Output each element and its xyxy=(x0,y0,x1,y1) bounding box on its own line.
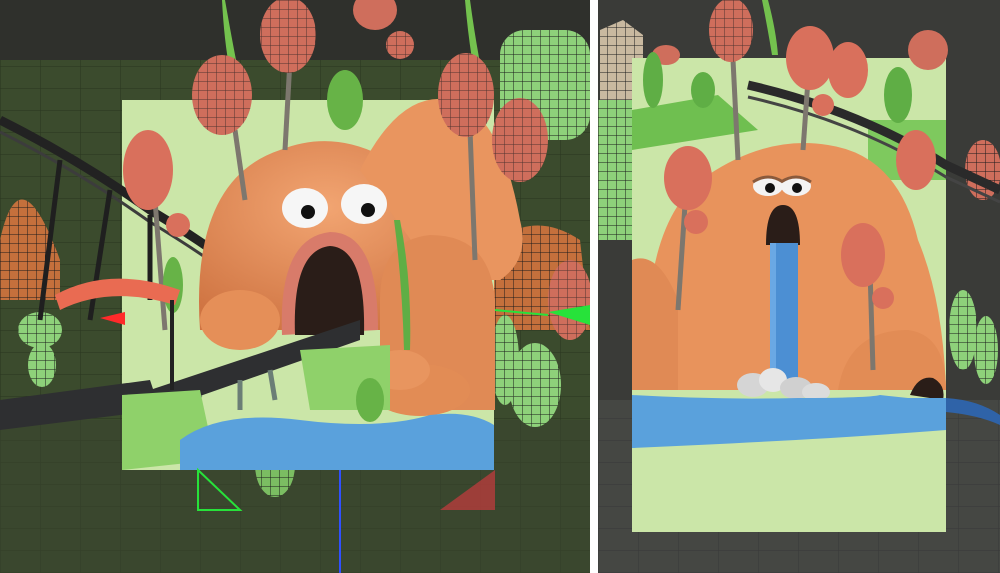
cone-shrub-right xyxy=(884,67,912,123)
panel-divider xyxy=(590,0,598,573)
wire-shrub-right-mesh xyxy=(949,290,977,370)
waterfall-highlight xyxy=(770,243,776,383)
orange-boulder-left xyxy=(200,290,280,350)
cone-shrub-left xyxy=(643,52,663,108)
viewport-right-canvas[interactable] xyxy=(598,0,1000,573)
cone-shrub-top xyxy=(327,70,363,130)
wire-shrub-far-mesh xyxy=(974,316,998,384)
cone-shrub-mid xyxy=(691,72,715,108)
viewport-left[interactable] xyxy=(0,0,590,573)
cone-shrub-bottom xyxy=(356,378,384,422)
viewport-left-canvas[interactable] xyxy=(0,0,590,573)
viewport-right[interactable] xyxy=(598,0,1000,573)
